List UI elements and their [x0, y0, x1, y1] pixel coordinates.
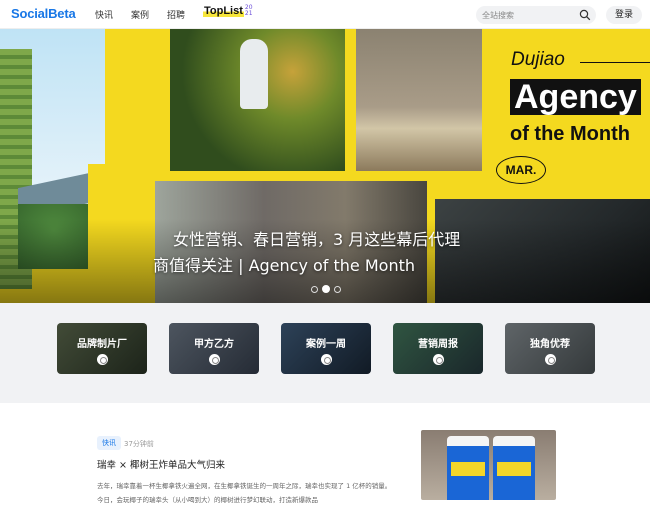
category-label: 营销周报 — [418, 339, 458, 350]
carousel-dots — [311, 285, 341, 293]
poster-month-word: of the Month — [510, 123, 630, 145]
carousel-dot-2[interactable] — [322, 285, 330, 293]
toplist-year: 20 21 — [244, 4, 253, 17]
banner-headline-line1: 女性营销、春日营销，3 月这些幕后代理 — [173, 230, 461, 249]
search-box — [476, 6, 596, 24]
carousel-dot-1[interactable] — [311, 285, 318, 293]
category-section: 品牌制片厂 甲方乙方 案例一周 营销周报 独角优荐 — [0, 303, 650, 403]
category-tile-client-agency[interactable]: 甲方乙方 — [169, 323, 259, 374]
star-icon — [545, 354, 556, 365]
nav-item-jobs[interactable]: 招聘 — [167, 8, 185, 21]
nav-item-cases[interactable]: 案例 — [131, 8, 149, 21]
poster-agency-word: Agency — [510, 79, 641, 115]
banner-headline-line2: 商值得关注 | Agency of the Month — [153, 256, 416, 275]
article-tag[interactable]: 快讯 — [97, 436, 121, 450]
toplist-label: TopList — [203, 5, 244, 17]
article-title[interactable]: 瑞幸 × 椰树王炸单品大气归来 — [97, 457, 225, 471]
category-tile-brand-studio[interactable]: 品牌制片厂 — [57, 323, 147, 374]
article-time: 37分钟前 — [124, 440, 154, 448]
poster-month-badge: MAR. — [496, 156, 546, 184]
banner-desert-photo — [356, 29, 482, 171]
coffee-cup-image — [447, 436, 489, 500]
article-thumbnail[interactable] — [421, 430, 556, 500]
banner-headline[interactable]: 女性营销、春日营销，3 月这些幕后代理 商值得关注 | Agency of th… — [153, 227, 513, 279]
category-tile-weekly-cases[interactable]: 案例一周 — [281, 323, 371, 374]
calendar-icon — [321, 354, 332, 365]
nav-item-news[interactable]: 快讯 — [95, 8, 113, 21]
category-label: 案例一周 — [306, 339, 346, 350]
handshake-icon — [209, 354, 220, 365]
category-label: 品牌制片厂 — [77, 339, 127, 350]
poster-divider — [580, 62, 650, 63]
toplist-link[interactable]: TopList 20 21 — [203, 5, 253, 23]
search-input[interactable] — [482, 8, 574, 22]
login-button[interactable]: 登录 — [606, 6, 642, 24]
category-label: 甲方乙方 — [194, 339, 234, 350]
carousel-dot-3[interactable] — [334, 285, 341, 293]
site-logo[interactable]: SocialBeta — [11, 6, 76, 21]
article-summary: 去年，瑞幸靠着一杯生椰拿铁火遍全网，在生椰拿铁诞生的一周年之际，瑞幸也实现了 1… — [97, 482, 392, 504]
article-card[interactable]: 快讯 37分钟前 瑞幸 × 椰树王炸单品大气归来 去年，瑞幸靠着一杯生椰拿铁火遍… — [0, 403, 650, 504]
banner-person-figure — [240, 39, 268, 109]
coffee-cup-image — [493, 436, 535, 500]
category-label: 独角优荐 — [530, 339, 570, 350]
hero-banner[interactable]: Dujiao Agency of the Month MAR. 女性营销、春日营… — [0, 29, 650, 303]
camera-icon — [97, 354, 108, 365]
poster-brand: Dujiao — [511, 49, 565, 70]
report-icon — [433, 354, 444, 365]
category-tile-weekly-report[interactable]: 营销周报 — [393, 323, 483, 374]
category-tile-recommended[interactable]: 独角优荐 — [505, 323, 595, 374]
search-icon[interactable] — [579, 9, 591, 21]
top-header: SocialBeta 快讯 案例 招聘 TopList 20 21 登录 — [0, 0, 650, 29]
